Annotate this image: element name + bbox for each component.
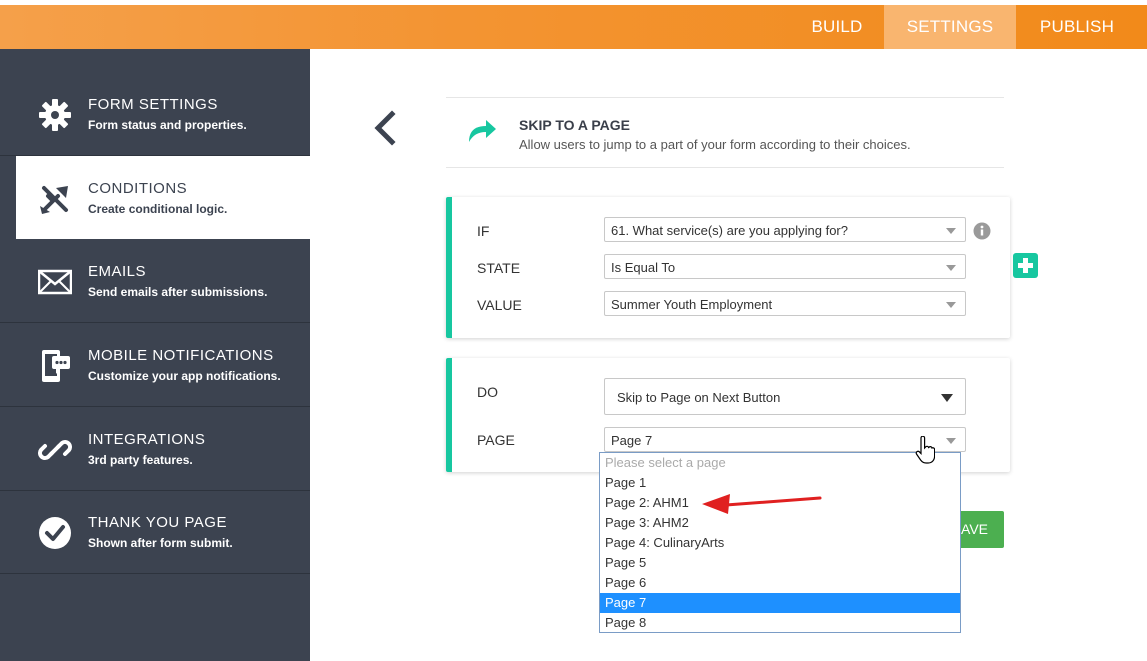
tab-build[interactable]: BUILD <box>790 5 884 49</box>
dropdown-option[interactable]: Page 8 <box>600 613 960 633</box>
sidebar-item-subtitle: 3rd party features. <box>88 453 193 467</box>
if-field-select[interactable]: 61. What service(s) are you applying for… <box>604 217 966 242</box>
header-description: Allow users to jump to a part of your fo… <box>519 137 911 152</box>
sidebar-item-title: THANK YOU PAGE <box>88 514 227 531</box>
value-value: Summer Youth Employment <box>611 297 773 312</box>
sidebar-item-title: FORM SETTINGS <box>88 96 218 113</box>
sidebar-item-title: CONDITIONS <box>88 180 188 197</box>
state-value: Is Equal To <box>611 260 676 275</box>
dropdown-arrow-icon <box>941 394 953 402</box>
skip-arrow-icon <box>469 120 496 142</box>
value-label: VALUE <box>477 297 522 313</box>
state-label: STATE <box>477 260 521 276</box>
if-field-value: 61. What service(s) are you applying for… <box>611 223 848 238</box>
do-action-value: Skip to Page on Next Button <box>617 390 781 405</box>
gear-icon <box>39 99 71 131</box>
sidebar-item-title: INTEGRATIONS <box>88 431 206 448</box>
mobile-icon <box>42 350 70 382</box>
dropdown-placeholder-option[interactable]: Please select a page <box>600 453 960 473</box>
page-select-value: Page 7 <box>611 433 653 448</box>
tab-settings[interactable]: SETTINGS <box>884 5 1016 49</box>
hand-cursor-icon <box>915 436 935 464</box>
check-circle-icon <box>39 517 71 549</box>
dropdown-option[interactable]: Page 3: AHM2 <box>600 513 960 533</box>
sidebar-item-thank-you-page[interactable]: THANK YOU PAGE Shown after form submit. <box>0 490 310 574</box>
link-icon <box>38 440 72 460</box>
condition-type-header: SKIP TO A PAGE Allow users to jump to a … <box>446 97 1004 168</box>
dropdown-option[interactable]: Page 5 <box>600 553 960 573</box>
dropdown-arrow-icon <box>946 228 956 234</box>
dropdown-option[interactable]: Page 6 <box>600 573 960 593</box>
dropdown-arrow-icon <box>946 438 956 444</box>
if-label: IF <box>477 223 490 239</box>
sidebar-item-integrations[interactable]: INTEGRATIONS 3rd party features. <box>0 407 310 491</box>
info-icon[interactable] <box>973 222 991 240</box>
page-label: PAGE <box>477 432 515 448</box>
do-label: DO <box>477 384 498 400</box>
conditions-icon <box>40 186 68 214</box>
state-select[interactable]: Is Equal To <box>604 254 966 279</box>
back-chevron-icon[interactable] <box>370 110 400 146</box>
top-nav-bar: BUILD SETTINGS PUBLISH <box>0 5 1147 49</box>
sidebar-item-subtitle: Send emails after submissions. <box>88 285 268 299</box>
tab-publish[interactable]: PUBLISH <box>1016 5 1138 49</box>
sidebar-item-subtitle: Form status and properties. <box>88 118 247 132</box>
value-select[interactable]: Summer Youth Employment <box>604 291 966 316</box>
sidebar-item-conditions[interactable]: CONDITIONS Create conditional logic. <box>16 156 310 239</box>
dropdown-option-highlighted[interactable]: Page 7 <box>600 593 960 613</box>
settings-sidebar: FORM SETTINGS Form status and properties… <box>0 49 310 661</box>
sidebar-item-title: EMAILS <box>88 263 147 280</box>
header-title: SKIP TO A PAGE <box>519 117 630 133</box>
dropdown-arrow-icon <box>946 302 956 308</box>
sidebar-item-subtitle: Create conditional logic. <box>88 202 228 216</box>
sidebar-item-title: MOBILE NOTIFICATIONS <box>88 347 274 364</box>
sidebar-item-mobile-notifications[interactable]: MOBILE NOTIFICATIONS Customize your app … <box>0 323 310 407</box>
page-select[interactable]: Page 7 <box>604 427 966 452</box>
page-dropdown-list: Please select a page Page 1 Page 2: AHM1… <box>599 452 961 633</box>
sidebar-item-subtitle: Shown after form submit. <box>88 536 233 550</box>
dropdown-option[interactable]: Page 4: CulinaryArts <box>600 533 960 553</box>
add-condition-button[interactable] <box>1013 253 1038 278</box>
dropdown-arrow-icon <box>946 265 956 271</box>
sidebar-item-emails[interactable]: EMAILS Send emails after submissions. <box>0 239 310 323</box>
envelope-icon <box>38 269 72 295</box>
annotation-arrow-icon <box>702 494 822 514</box>
sidebar-item-subtitle: Customize your app notifications. <box>88 369 281 383</box>
if-condition-card: IF 61. What service(s) are you applying … <box>446 197 1010 338</box>
sidebar-item-form-settings[interactable]: FORM SETTINGS Form status and properties… <box>0 72 310 156</box>
do-action-select[interactable]: Skip to Page on Next Button <box>604 378 966 415</box>
